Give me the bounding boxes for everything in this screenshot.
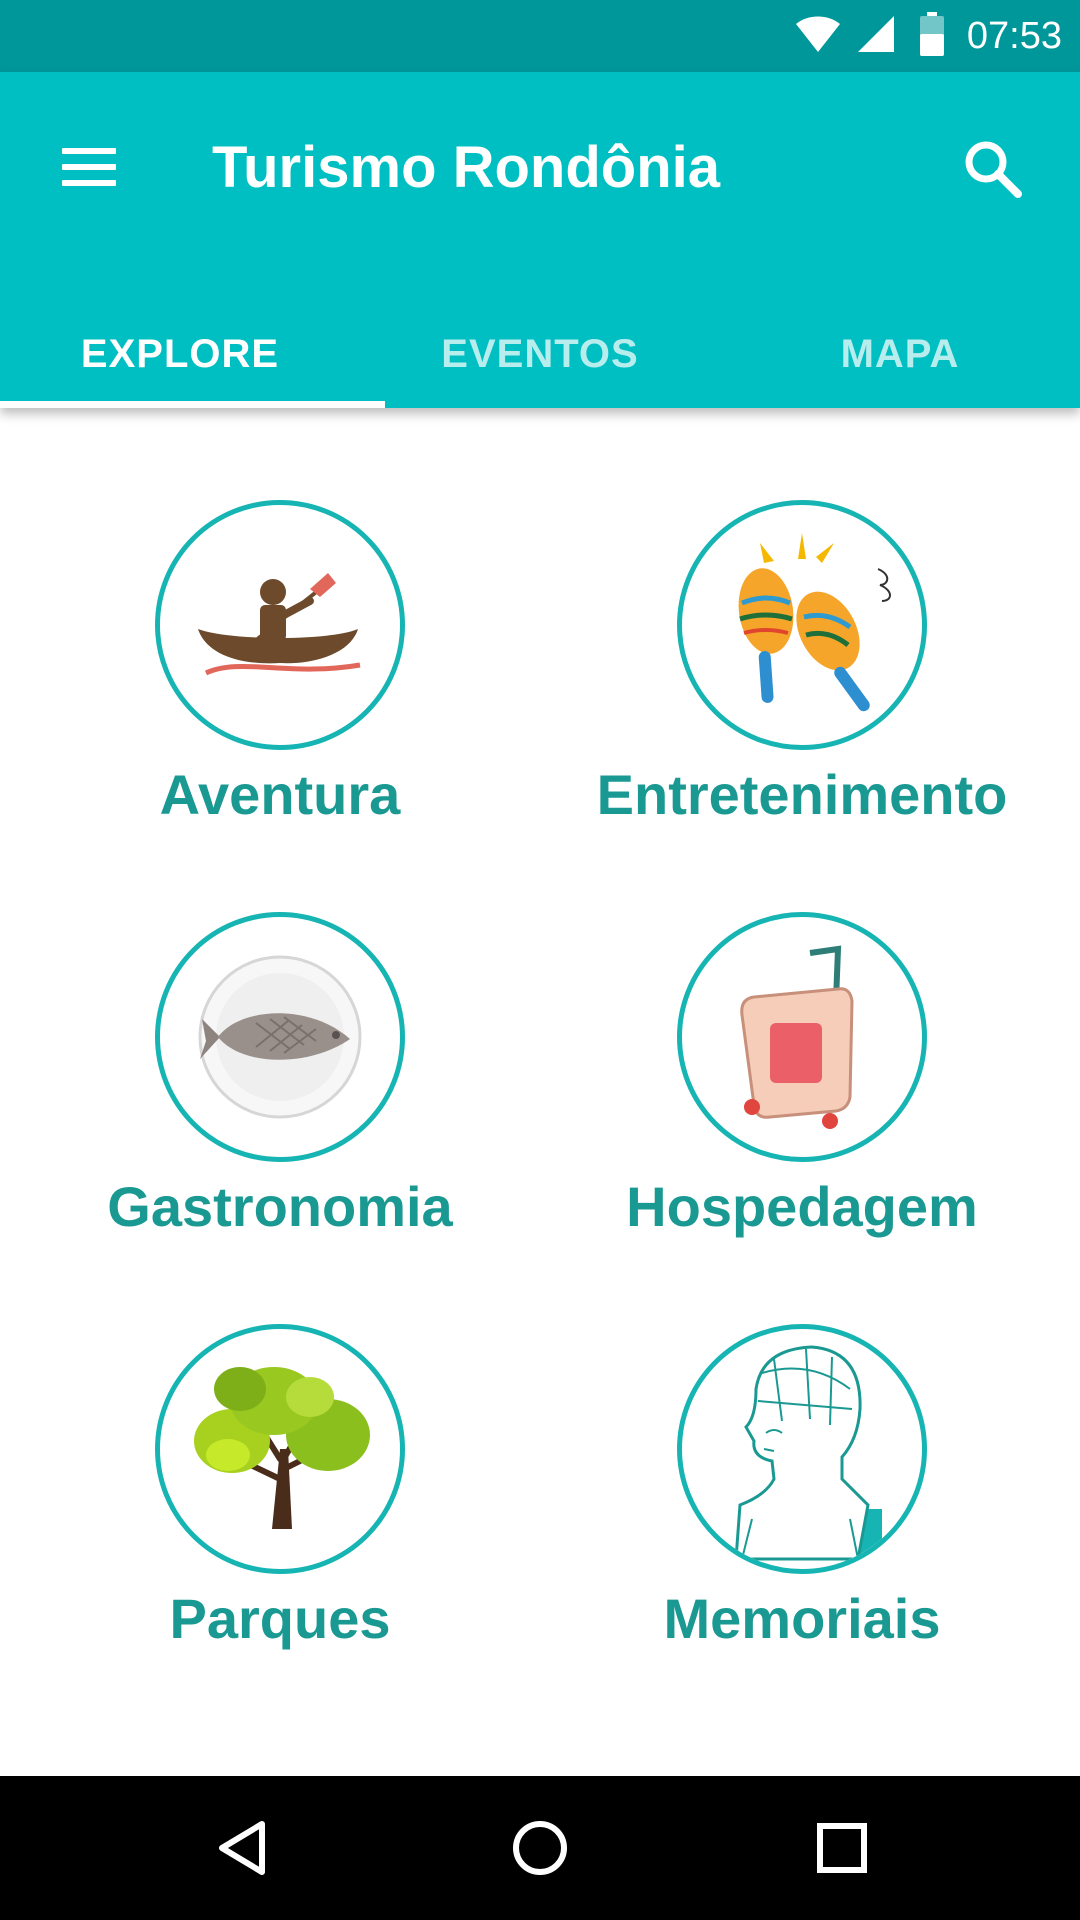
tab-mapa[interactable]: MAPA	[720, 300, 1080, 408]
battery-icon	[920, 12, 944, 56]
canoe-icon	[198, 573, 361, 676]
app-title: Turismo Rondônia	[212, 135, 721, 200]
category-memoriais-circle	[677, 1324, 927, 1574]
category-entretenimento[interactable]: Entretenimento	[540, 408, 1080, 826]
system-nav-bar	[0, 1776, 1080, 1920]
category-gastronomia-circle	[155, 912, 405, 1162]
maracas-icon	[738, 533, 891, 712]
tab-indicator	[0, 401, 385, 408]
app-bar: Turismo Rondônia EXPLORE EVENTOS MAPA	[0, 72, 1080, 408]
wifi-icon	[796, 16, 840, 52]
menu-icon[interactable]	[62, 144, 116, 190]
category-memoriais[interactable]: Memoriais	[540, 1232, 1080, 1650]
category-entretenimento-circle	[677, 500, 927, 750]
bust-icon	[734, 1345, 882, 1569]
cell-signal-icon	[858, 16, 894, 52]
home-icon[interactable]	[508, 1816, 572, 1880]
tab-eventos[interactable]: EVENTOS	[360, 300, 720, 408]
recents-icon[interactable]	[810, 1816, 874, 1880]
category-aventura[interactable]: Aventura	[0, 408, 540, 826]
tab-bar: EXPLORE EVENTOS MAPA	[0, 300, 1080, 408]
status-time: 07:53	[966, 15, 1062, 57]
tree-icon	[194, 1367, 370, 1529]
category-gastronomia[interactable]: Gastronomia	[0, 820, 540, 1238]
status-bar: 07:53	[0, 0, 1080, 72]
tab-explore[interactable]: EXPLORE	[0, 300, 360, 408]
category-aventura-circle	[155, 500, 405, 750]
category-hospedagem-circle	[677, 912, 927, 1162]
category-label: Memoriais	[663, 1587, 941, 1650]
category-label: Parques	[169, 1587, 391, 1650]
suitcase-icon	[740, 945, 854, 1129]
category-hospedagem[interactable]: Hospedagem	[540, 820, 1080, 1238]
search-icon[interactable]	[960, 136, 1024, 200]
category-parques[interactable]: Parques	[0, 1232, 540, 1650]
fish-plate-icon	[198, 955, 362, 1119]
category-parques-circle	[155, 1324, 405, 1574]
back-icon[interactable]	[210, 1816, 274, 1880]
